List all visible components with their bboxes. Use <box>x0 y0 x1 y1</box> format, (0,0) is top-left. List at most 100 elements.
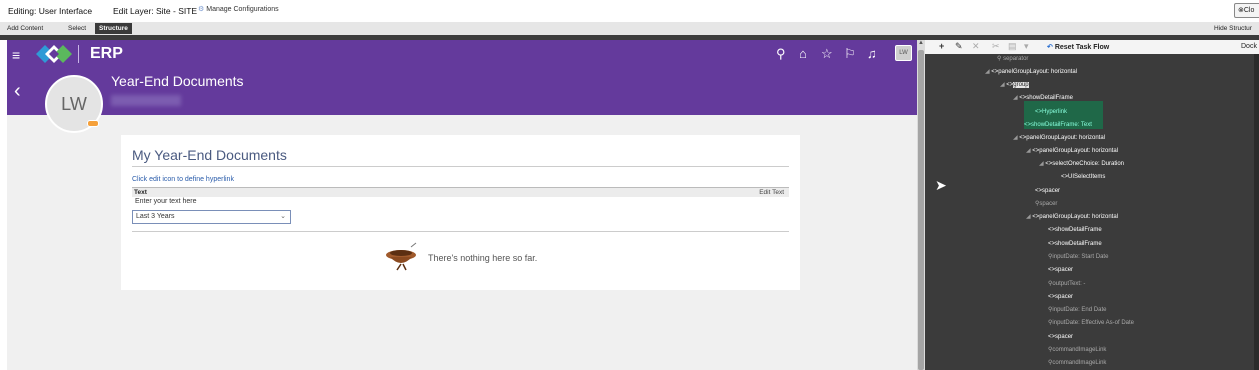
tab-add-content[interactable]: Add Content <box>3 23 47 34</box>
paste-icon[interactable]: ▤ <box>1008 41 1017 52</box>
tree-node-label: group <box>1013 82 1029 88</box>
configurations-icon: ⚙ <box>198 6 205 13</box>
tree-node[interactable]: ⚲inputDate: Start Date <box>1048 253 1108 261</box>
expand-icon[interactable]: ◢ <box>1000 82 1006 88</box>
table-header: Text Edit Text <box>132 187 789 197</box>
duration-select-value: Last 3 Years <box>136 213 175 220</box>
cut-icon[interactable]: ✂ <box>992 41 1000 52</box>
reset-task-flow-label: Reset Task Flow <box>1054 44 1110 51</box>
notifications-icon[interactable]: ♫ <box>867 46 877 61</box>
tree-node-label: spacer <box>1039 201 1058 207</box>
back-icon[interactable]: ‹ <box>14 80 21 103</box>
define-hyperlink-link[interactable]: Click edit icon to define hyperlink <box>132 176 234 183</box>
manage-configurations-label: Manage Configurations <box>206 6 279 13</box>
close-label: Clo <box>1243 7 1255 14</box>
tree-node[interactable]: ◢ <>panelGroupLayout: horizontal <box>985 68 1077 76</box>
expand-icon[interactable]: ◢ <box>985 69 991 75</box>
edit-layer-label: Edit Layer: Site - SITE <box>113 6 198 16</box>
tree-node[interactable]: ◢ <>showDetailFrame <box>1013 94 1073 102</box>
tree-node[interactable]: ⚲inputDate: Effective As-of Date <box>1048 319 1134 327</box>
tree-node-label: spacer <box>1055 267 1074 273</box>
scrollbar-thumb[interactable] <box>918 50 924 370</box>
tree-node-label: panelGroupLayout: horizontal <box>1039 148 1119 154</box>
star-icon[interactable]: ☆ <box>821 46 833 62</box>
tree-node-label: commandImageLink <box>1052 360 1107 366</box>
editor-mode-tabs: Add Content Select Structure Hide Struct… <box>0 22 1259 35</box>
tree-node[interactable]: <>spacer <box>1048 266 1073 274</box>
tab-structure[interactable]: Structure <box>95 23 132 34</box>
edit-icon[interactable]: ✎ <box>955 41 963 52</box>
tree-node[interactable]: ◢ <>selectOneChoice: Duration <box>1039 160 1124 168</box>
hide-structure-button[interactable]: Hide Structur <box>1214 23 1252 34</box>
brand-name: ERP <box>90 45 123 62</box>
mouse-cursor-icon: ➤ <box>935 177 947 193</box>
structure-toolbar: + ✎ ✕ ✂ ▤ ▾ ↶ Reset Task Flow Dock <box>925 40 1259 54</box>
tree-node[interactable]: <>showDetailFrame: Text <box>1024 121 1092 129</box>
app-preview: ≡ ERP ⚲ ⌂ ☆ ⚐ ♫ LW ‹ Year-End Documents … <box>7 40 917 370</box>
tree-node[interactable]: ⚲spacer <box>1035 200 1057 208</box>
tree-node-selected[interactable]: ◢ <>group <box>1000 81 1029 89</box>
search-icon[interactable]: ⚲ <box>776 46 786 62</box>
divider <box>132 166 789 167</box>
reset-icon: ↶ <box>1047 44 1053 51</box>
structure-panel: + ✎ ✕ ✂ ▤ ▾ ↶ Reset Task Flow Dock ⚲ sep… <box>925 40 1259 370</box>
tree-node[interactable]: <>showDetailFrame <box>1048 240 1102 248</box>
tree-node-label: showDetailFrame <box>1026 95 1073 101</box>
tree-node[interactable]: <>spacer <box>1048 293 1073 301</box>
expand-icon[interactable]: ◢ <box>1026 214 1032 220</box>
tree-node-label: UISelectItems <box>1068 174 1106 180</box>
tree-node[interactable]: <>UISelectItems <box>1061 173 1105 181</box>
flag-icon[interactable]: ⚐ <box>844 46 856 62</box>
close-button[interactable]: ⊗Clo <box>1234 3 1259 18</box>
brand-logo <box>36 45 72 63</box>
tree-node[interactable]: ◢ <>panelGroupLayout: horizontal <box>1013 134 1105 142</box>
tree-node-label: showDetailFrame <box>1055 227 1102 233</box>
home-icon[interactable]: ⌂ <box>799 46 807 61</box>
column-header-text: Text <box>134 189 147 196</box>
expand-icon[interactable]: ◢ <box>1013 135 1019 141</box>
scroll-up-icon[interactable]: ▲ <box>918 40 924 46</box>
chevron-down-icon: ⌄ <box>280 213 286 220</box>
tree-node-label: spacer <box>1042 188 1061 194</box>
tree-node-label: commandImageLink <box>1052 347 1107 353</box>
page-title: Year-End Documents <box>111 73 244 89</box>
tree-node[interactable]: <>spacer <box>1035 187 1060 195</box>
editing-label: Editing: User Interface <box>8 6 93 16</box>
reset-task-flow-button[interactable]: ↶ Reset Task Flow <box>1047 43 1109 51</box>
tree-node[interactable]: ⚲inputDate: End Date <box>1048 306 1106 314</box>
tree-node[interactable]: ⚲commandImageLink <box>1048 359 1106 367</box>
divider <box>132 231 789 232</box>
expand-icon[interactable]: ◢ <box>1039 161 1045 167</box>
redacted-subtitle <box>111 95 181 106</box>
delete-icon[interactable]: ✕ <box>972 41 980 52</box>
tree-node[interactable]: ⚲outputText: - <box>1048 280 1085 288</box>
chevron-down-icon[interactable]: ▾ <box>1024 41 1029 52</box>
user-menu-avatar[interactable]: LW <box>895 45 912 61</box>
vertical-scrollbar[interactable]: ▲ <box>917 40 925 370</box>
tree-node-label: panelGroupLayout: horizontal <box>1039 214 1119 220</box>
add-icon[interactable]: + <box>939 41 944 51</box>
tree-node[interactable]: <>spacer <box>1048 333 1073 341</box>
tree-node-label: panelGroupLayout: horizontal <box>1026 135 1106 141</box>
duration-select[interactable]: Last 3 Years ⌄ <box>132 210 291 224</box>
tree-node[interactable]: ◢ <>panelGroupLayout: horizontal <box>1026 213 1118 221</box>
tree-node-label: separator <box>1003 56 1029 62</box>
tree-node-label: inputDate: End Date <box>1052 307 1107 313</box>
tree-node-label: Hyperlink <box>1042 109 1068 115</box>
tree-node[interactable]: ⚲ separator <box>997 55 1028 63</box>
tree-node[interactable]: <>showDetailFrame <box>1048 226 1102 234</box>
expand-icon[interactable]: ◢ <box>1026 148 1032 154</box>
tab-select[interactable]: Select <box>64 23 90 34</box>
tree-node[interactable]: ⚲commandImageLink <box>1048 346 1106 354</box>
manage-configurations-link[interactable]: ⚙ Manage Configurations <box>198 5 279 13</box>
expand-icon[interactable]: ◢ <box>1013 95 1019 101</box>
edit-text-button[interactable]: Edit Text <box>759 188 784 197</box>
tree-node[interactable]: <>Hyperlink <box>1035 108 1067 116</box>
tree-node-label: outputText: - <box>1052 281 1086 287</box>
menu-icon[interactable]: ≡ <box>12 47 20 63</box>
tree-node[interactable]: ◢ <>panelGroupLayout: horizontal <box>1026 147 1118 155</box>
tree-node-label: spacer <box>1055 334 1074 340</box>
dock-button[interactable]: Dock <box>1241 43 1257 50</box>
app-header: ≡ ERP ⚲ ⌂ ☆ ⚐ ♫ LW ‹ Year-End Documents <box>7 40 917 115</box>
year-end-documents-card: My Year-End Documents Click edit icon to… <box>121 135 800 290</box>
